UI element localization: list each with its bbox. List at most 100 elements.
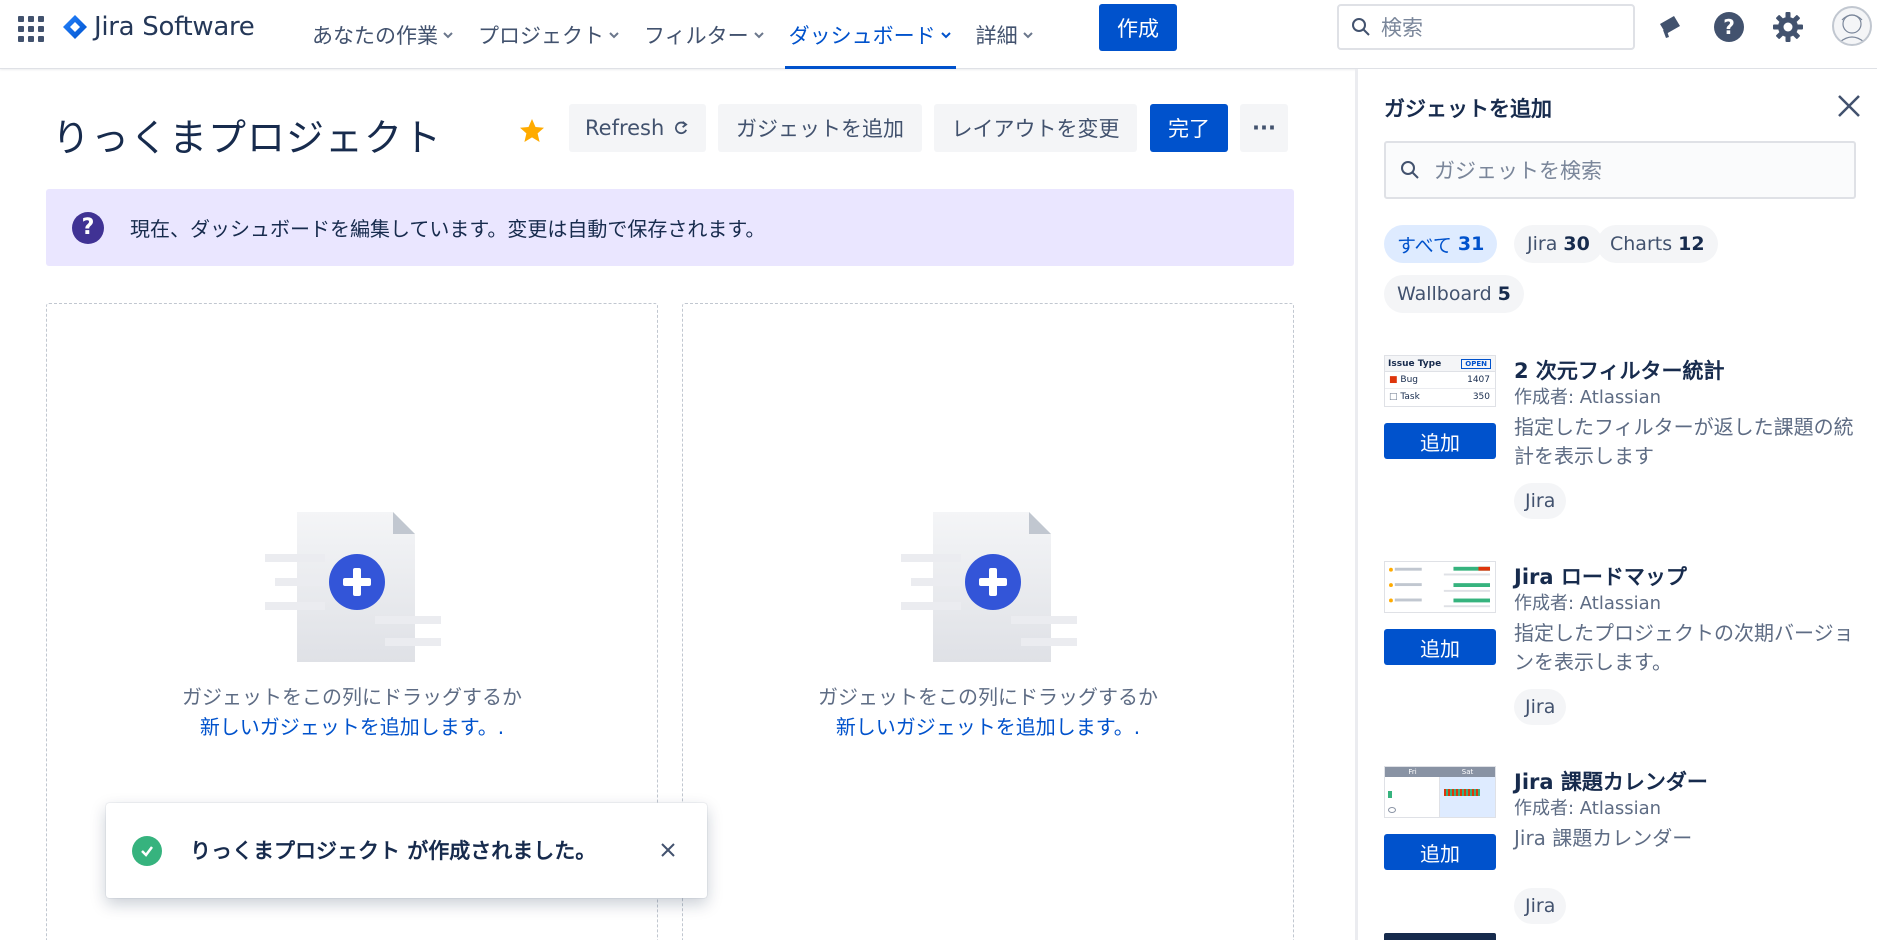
edit-mode-banner: ? 現在、ダッシュボードを編集しています。変更は自動で保存されます。 xyxy=(46,189,1294,266)
chevron-down-icon xyxy=(753,31,764,38)
more-actions-button[interactable]: ··· xyxy=(1240,104,1288,152)
add-gadget-panel: ガジェットを追加 ガジェットを検索 すべて 31 Jira 30 Charts 12 … xyxy=(1355,69,1877,940)
gadget-title: Jira ロードマップ xyxy=(1514,565,1687,589)
chip-count: 12 xyxy=(1678,233,1705,255)
add-gadget-button[interactable]: 追加 xyxy=(1384,629,1496,665)
gadget-thumbnail: Issue Type OPEN ■ Bug 1407 □ Task 350 xyxy=(1384,355,1496,407)
refresh-icon xyxy=(675,121,688,134)
gadget-tag: Jira xyxy=(1514,888,1567,924)
gadget-author: 作成者: Atlassian xyxy=(1514,593,1662,614)
refresh-button[interactable]: Refresh xyxy=(569,104,706,152)
nav-label: フィルター xyxy=(644,23,749,48)
chip-label: Charts xyxy=(1610,233,1673,255)
avatar-sketch-icon xyxy=(1839,14,1865,43)
thumb-row-name: Task xyxy=(1400,392,1420,402)
banner-message: 現在、ダッシュボードを編集しています。変更は自動で保存されます。 xyxy=(130,217,766,241)
nav-label: 詳細 xyxy=(975,23,1018,48)
toast-message: りっくまプロジェクト が作成されました。 xyxy=(190,839,597,863)
filter-chip-jira[interactable]: Jira 30 xyxy=(1514,225,1603,263)
chevron-down-icon xyxy=(940,31,951,38)
thumb-day: Fri xyxy=(1408,768,1417,776)
star-icon[interactable] xyxy=(518,117,546,145)
thumb-day: Sat xyxy=(1461,768,1474,776)
search-icon xyxy=(1352,18,1370,36)
nav-label: プロジェクト xyxy=(478,23,604,48)
thumb-row-name: Bug xyxy=(1400,375,1418,385)
gadget-item: 追加 Jira ロードマップ 作成者: Atlassian 指定したプロジェクト… xyxy=(1384,561,1854,751)
gadget-search-input[interactable]: ガジェットを検索 xyxy=(1384,141,1856,199)
calendar-thumbnail: Fri Sat xyxy=(1384,766,1496,818)
close-icon[interactable] xyxy=(659,841,677,859)
chevron-down-icon xyxy=(1022,31,1033,38)
add-gadget-button[interactable]: ガジェットを追加 xyxy=(718,104,922,152)
filter-chip-charts[interactable]: Charts 12 xyxy=(1597,225,1718,263)
gadget-description: 指定したフィルターが返した課題の統計を表示します xyxy=(1514,415,1854,468)
nav-filters[interactable]: フィルター xyxy=(632,0,777,69)
gadget-title: 2 次元フィルター統計 xyxy=(1514,359,1725,383)
dashboard-column-2[interactable]: ガジェットをこの列にドラッグするか 新しいガジェットを追加します。. xyxy=(682,303,1294,940)
svg-text:?: ? xyxy=(1723,15,1735,39)
gadget-tag: Jira xyxy=(1514,689,1567,725)
question-icon: ? xyxy=(72,211,104,244)
help-button[interactable]: ? xyxy=(1710,8,1748,46)
chip-count: 5 xyxy=(1497,283,1511,305)
gadget-author: 作成者: Atlassian xyxy=(1514,798,1662,819)
gadget-item: Fri Sat 追加 Jira 課題カレンダー 作成者: Atlassian J… xyxy=(1384,766,1854,940)
add-gadget-link[interactable]: 新しいガジェットを追加します。. xyxy=(47,712,657,742)
primary-nav: あなたの作業 プロジェクト フィルター ダッシュボード 詳細 xyxy=(300,0,1046,69)
filter-chip-all[interactable]: すべて 31 xyxy=(1384,225,1498,263)
nav-dashboards[interactable]: ダッシュボード xyxy=(777,0,964,69)
thumb-row-value: 1407 xyxy=(1467,375,1490,385)
add-gadget-button[interactable]: 追加 xyxy=(1384,423,1496,459)
gadget-title: Jira 課題カレンダー xyxy=(1514,770,1708,794)
change-layout-button[interactable]: レイアウトを変更 xyxy=(934,104,1137,152)
refresh-label: Refresh xyxy=(585,116,665,140)
gadget-author: 作成者: Atlassian xyxy=(1514,387,1662,408)
next-gadget-thumbnail xyxy=(1384,933,1496,940)
filter-chip-wallboard[interactable]: Wallboard 5 xyxy=(1384,275,1524,313)
check-circle-icon xyxy=(132,836,162,866)
settings-button[interactable] xyxy=(1769,8,1807,46)
nav-projects[interactable]: プロジェクト xyxy=(466,0,632,69)
chevron-down-icon xyxy=(443,31,453,38)
product-name: Jira Software xyxy=(94,12,255,42)
nav-label: ダッシュボード xyxy=(788,23,936,48)
page-title: りっくまプロジェクト xyxy=(52,116,443,160)
add-gadget-link[interactable]: 新しいガジェットを追加します。. xyxy=(683,712,1293,742)
chip-label: Jira xyxy=(1527,233,1558,255)
gear-icon xyxy=(1773,12,1803,42)
chip-count: 31 xyxy=(1457,233,1485,255)
add-gadget-button[interactable]: 追加 xyxy=(1384,834,1496,870)
search-placeholder: ガジェットを検索 xyxy=(1434,159,1602,183)
jira-logo-icon xyxy=(63,15,87,39)
global-search-input[interactable]: 検索 xyxy=(1337,4,1635,50)
close-icon[interactable] xyxy=(1834,91,1864,121)
gadget-description: Jira 課題カレンダー xyxy=(1514,826,1693,850)
gadget-tag: Jira xyxy=(1514,483,1567,519)
panel-title: ガジェットを追加 xyxy=(1384,97,1552,121)
app-switcher-icon[interactable] xyxy=(18,16,44,42)
search-icon xyxy=(1401,161,1419,179)
gadget-description: 指定したプロジェクトの次期バージョンを表示します。 xyxy=(1514,621,1854,674)
help-icon: ? xyxy=(1714,12,1744,42)
user-avatar[interactable] xyxy=(1832,6,1872,46)
nav-your-work[interactable]: あなたの作業 xyxy=(300,0,466,69)
drag-hint-text: ガジェットをこの列にドラッグするか xyxy=(182,685,522,709)
jira-logo[interactable]: Jira Software xyxy=(62,10,255,44)
done-button[interactable]: 完了 xyxy=(1150,104,1228,152)
megaphone-icon xyxy=(1660,16,1680,38)
gadget-item: Issue Type OPEN ■ Bug 1407 □ Task 350 追加… xyxy=(1384,355,1854,545)
chevron-down-icon xyxy=(609,31,619,38)
nav-more[interactable]: 詳細 xyxy=(964,0,1046,69)
chip-label: Wallboard xyxy=(1397,283,1492,305)
success-toast: りっくまプロジェクト が作成されました。 xyxy=(106,803,707,898)
create-button[interactable]: 作成 xyxy=(1099,4,1177,51)
add-gadget-illustration-icon xyxy=(901,512,1077,662)
notifications-button[interactable] xyxy=(1650,8,1688,46)
top-navigation: Jira Software あなたの作業 プロジェクト フィルター ダッシュボー… xyxy=(0,0,1877,69)
add-gadget-illustration-icon xyxy=(265,512,441,662)
thumb-badge: OPEN xyxy=(1461,359,1491,369)
drag-hint-text: ガジェットをこの列にドラッグするか xyxy=(818,685,1158,709)
chip-count: 30 xyxy=(1563,233,1590,255)
roadmap-thumbnail-icon xyxy=(1384,561,1496,613)
